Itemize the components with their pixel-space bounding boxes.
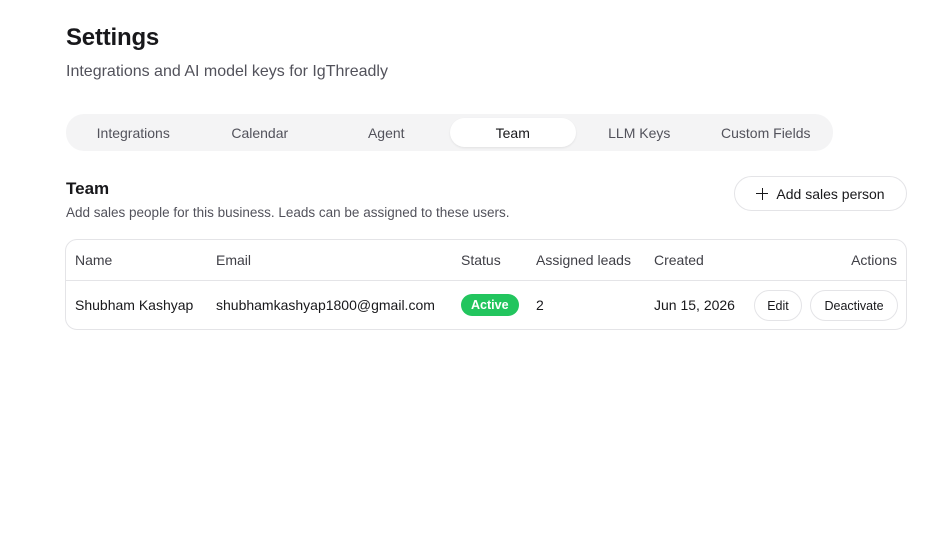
tab-team[interactable]: Team [449,118,576,147]
deactivate-button[interactable]: Deactivate [810,290,898,321]
page-subtitle: Integrations and AI model keys for IgThr… [66,63,388,80]
table-header: Name Email Status Assigned leads Created… [66,240,906,281]
column-header-assigned-leads: Assigned leads [536,252,631,268]
cell-email: shubhamkashyap1800@gmail.com [216,297,435,313]
settings-tabs: Integrations Calendar Agent Team LLM Key… [66,114,833,151]
column-header-name: Name [75,252,113,268]
section-title: Team [66,179,110,198]
tab-calendar[interactable]: Calendar [197,118,324,147]
settings-page: Settings Integrations and AI model keys … [0,0,940,559]
tab-llm-keys[interactable]: LLM Keys [576,118,703,147]
column-header-actions: Actions [851,252,897,268]
tab-agent[interactable]: Agent [323,118,450,147]
status-badge: Active [461,294,519,316]
cell-name: Shubham Kashyap [75,297,194,313]
tab-custom-fields[interactable]: Custom Fields [703,118,830,147]
cell-assigned-leads: 2 [536,297,544,313]
team-table: Name Email Status Assigned leads Created… [65,239,907,330]
section-description: Add sales people for this business. Lead… [66,205,510,220]
column-header-created: Created [654,252,704,268]
column-header-status: Status [461,252,501,268]
page-title: Settings [66,24,160,51]
add-sales-person-label: Add sales person [776,185,885,202]
tab-integrations[interactable]: Integrations [70,118,197,147]
plus-icon [756,187,769,200]
edit-button[interactable]: Edit [754,290,802,321]
column-header-email: Email [216,252,252,268]
table-row: Shubham Kashyap shubhamkashyap1800@gmail… [66,281,906,329]
cell-created: Jun 15, 2026 [654,297,735,313]
add-sales-person-button[interactable]: Add sales person [734,176,907,211]
